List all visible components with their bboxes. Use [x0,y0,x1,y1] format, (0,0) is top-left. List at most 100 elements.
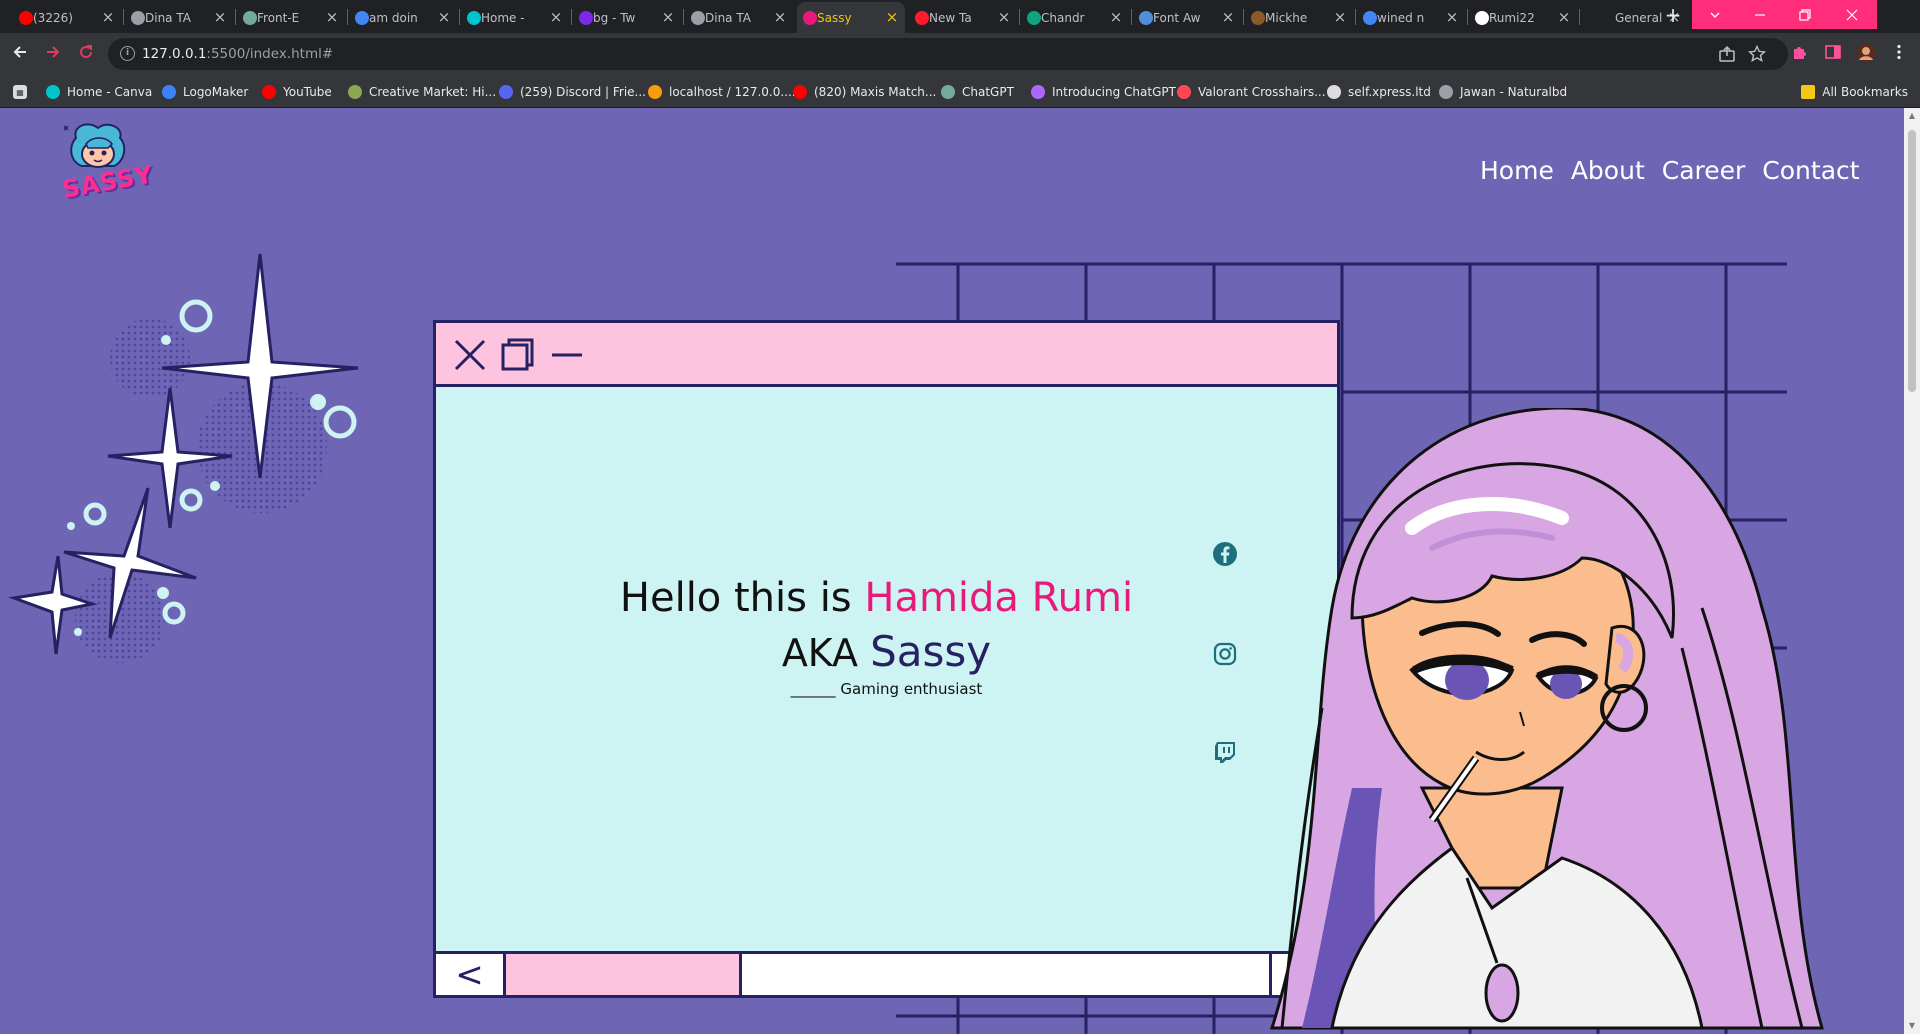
close-window-button[interactable] [1827,0,1877,29]
browser-tab[interactable]: Rumi22 × [1469,2,1577,33]
browser-tab[interactable]: Mickhe × [1245,2,1353,33]
nav-home[interactable]: Home [1480,156,1554,185]
share-button[interactable] [1718,45,1736,67]
back-button[interactable] [9,43,31,65]
nav-career[interactable]: Career [1662,156,1746,185]
bookmark-label: (259) Discord | Frie... [520,85,646,99]
tab-close-icon[interactable]: × [213,8,227,26]
tab-separator [347,9,348,25]
tab-close-icon[interactable]: × [885,8,899,26]
chrome-menu-button[interactable] [1888,43,1910,65]
browser-tab[interactable]: Home - × [461,2,569,33]
tab-close-icon[interactable]: × [101,8,115,26]
reload-button[interactable] [75,43,97,65]
avatar-icon [1857,44,1875,62]
window-maximize-button[interactable] [500,337,536,373]
url-host: 127.0.0.1 [142,46,207,62]
browser-tab[interactable]: Dina TA × [125,2,233,33]
bookmark-item[interactable]: ChatGPT [941,82,1014,102]
google-icon [355,11,369,25]
tab-separator [1579,9,1580,25]
youtube-icon [19,11,33,25]
profile-avatar[interactable] [1855,43,1877,65]
browser-tab[interactable]: wined n × [1357,2,1465,33]
all-bookmarks-folder[interactable]: All Bookmarks [1801,82,1908,102]
tab-separator [683,9,684,25]
bookmark-item[interactable]: (820) Maxis Match... [793,82,936,102]
side-panel-icon [1825,45,1841,59]
share-icon [1719,45,1735,62]
address-bar[interactable]: i 127.0.0.1:5500/index.html# [108,38,1788,70]
globe-icon [1439,85,1453,99]
bookmark-item[interactable]: Creative Market: Hi... [348,82,496,102]
tab-strip: (3226) × Dina TA × Front-E × am doin × Home - × bg… [0,0,1920,33]
minimize-icon [1754,13,1765,16]
nav-contact[interactable]: Contact [1762,156,1859,185]
site-info-icon[interactable]: i [120,46,135,61]
browser-tab[interactable]: Dina TA × [685,2,793,33]
tab-close-icon[interactable]: × [773,8,787,26]
side-panel-button[interactable] [1822,43,1844,65]
nav-about[interactable]: About [1571,156,1645,185]
tab-separator [1467,9,1468,25]
browser-tab[interactable]: (3226) × [13,2,121,33]
tab-close-icon[interactable]: × [1333,8,1347,26]
tab-close-icon[interactable]: × [1221,8,1235,26]
bookmark-item[interactable]: (259) Discord | Frie... [499,82,646,102]
tab-title: Chandr [1041,10,1085,25]
browser-tab[interactable]: am doin × [349,2,457,33]
window-minimize-button[interactable] [548,337,584,373]
browser-tab[interactable]: Chandr × [1021,2,1129,33]
tab-close-icon[interactable]: × [1445,8,1459,26]
tab-close-icon[interactable]: × [1109,8,1123,26]
tab-close-icon[interactable]: × [325,8,339,26]
browser-tab[interactable]: Front-E × [237,2,345,33]
site-logo[interactable]: SASSY [58,122,162,204]
twitch-link[interactable] [1212,739,1238,765]
new-tab-button[interactable]: + [1661,4,1685,28]
bookmark-item[interactable]: Valorant Crosshairs... [1177,82,1326,102]
page-scrollbar[interactable]: ▲ ▼ [1904,108,1920,1034]
url-text[interactable]: 127.0.0.1:5500/index.html# [142,46,333,62]
arrow-right-icon [47,46,60,58]
main-nav: Home About Career Contact [1480,156,1860,185]
tab-close-icon[interactable]: × [437,8,451,26]
window-back-button[interactable]: < [436,954,506,995]
openai-icon [1031,85,1045,99]
minimize-button[interactable] [1737,0,1782,29]
tab-close-icon[interactable]: × [997,8,1011,26]
window-close-button[interactable] [452,337,488,373]
bookmark-item[interactable]: Home - Canva [46,82,152,102]
extensions-button[interactable] [1789,43,1811,65]
apps-grid-icon: ▦ [13,85,27,99]
bookmark-item[interactable]: localhost / 127.0.0.... [648,82,796,102]
scroll-down-icon[interactable]: ▼ [1908,1022,1916,1030]
back-arrow-icon: < [455,954,484,995]
browser-tab[interactable]: bg - Tw × [573,2,681,33]
bookmark-item[interactable]: LogoMaker [162,82,248,102]
browser-tab[interactable]: Font Aw × [1133,2,1241,33]
tab-close-icon[interactable]: × [549,8,563,26]
canva-icon [46,85,60,99]
tab-close-icon[interactable]: × [1557,8,1571,26]
youtube-icon [793,85,807,99]
apps-button[interactable]: ▦ [13,82,34,102]
bookmark-label: YouTube [283,85,332,99]
bookmark-item[interactable]: YouTube [262,82,332,102]
tab-close-icon[interactable]: × [661,8,675,26]
tab-search-button[interactable] [1692,0,1737,29]
instagram-link[interactable] [1212,641,1238,667]
browser-tab[interactable]: Sassy × [797,2,905,33]
bookmark-item[interactable]: Jawan - Naturalbd [1439,82,1567,102]
bookmark-star-button[interactable] [1747,44,1767,67]
restore-icon [1798,8,1811,21]
restore-button[interactable] [1782,0,1827,29]
bookmark-item[interactable]: self.xpress.ltd [1327,82,1431,102]
bookmark-item[interactable]: Introducing ChatGPT [1031,82,1176,102]
forward-button[interactable] [42,43,64,65]
scrollbar-thumb[interactable] [1908,130,1916,392]
youtube-icon [262,85,276,99]
facebook-link[interactable] [1212,541,1238,567]
browser-tab[interactable]: New Ta × [909,2,1017,33]
scroll-up-icon[interactable]: ▲ [1908,112,1916,120]
